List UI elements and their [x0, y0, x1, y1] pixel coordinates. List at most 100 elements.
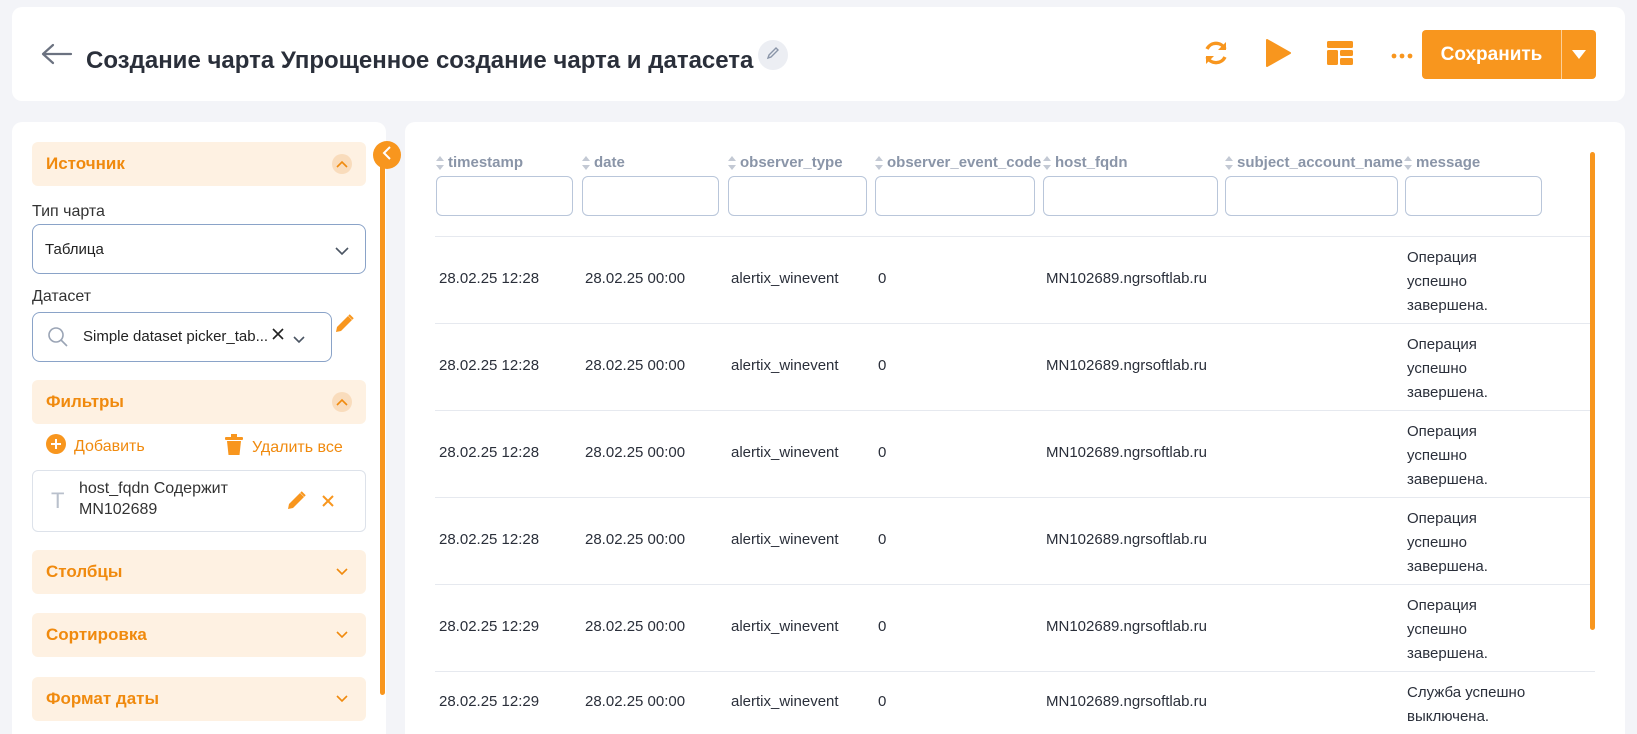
cell-date: 28.02.25 00:00 — [585, 357, 686, 374]
refresh-button[interactable] — [1196, 37, 1236, 73]
filter-input-timestamp[interactable] — [436, 176, 573, 216]
refresh-icon — [1201, 38, 1231, 73]
cell-host-fqdn: MN102689.ngrsoftlab.ru — [1046, 444, 1207, 461]
filter-input-message[interactable] — [1405, 176, 1542, 216]
cell-timestamp: 28.02.25 12:29 — [439, 618, 540, 635]
remove-filter-close-icon[interactable] — [321, 494, 335, 513]
back-arrow-icon[interactable] — [40, 41, 74, 67]
cell-timestamp: 28.02.25 12:28 — [439, 531, 540, 548]
divider — [435, 671, 1595, 672]
column-header-label: observer_type — [740, 154, 843, 171]
delete-all-filters-button[interactable]: Удалить все — [224, 434, 343, 461]
column-header-observer-type[interactable]: observer_type — [728, 154, 843, 171]
dataset-label: Датасет — [32, 288, 92, 305]
more-button[interactable] — [1382, 37, 1422, 73]
column-header-label: host_fqdn — [1055, 154, 1128, 171]
sort-icon — [1404, 155, 1412, 170]
save-button[interactable]: Сохранить — [1422, 30, 1562, 79]
table-scrollbar[interactable] — [1590, 152, 1595, 630]
filter-text-line1: host_fqdn Содержит — [79, 480, 228, 497]
column-header-host-fqdn[interactable]: host_fqdn — [1043, 154, 1128, 171]
layout-button[interactable] — [1320, 37, 1360, 73]
cell-date: 28.02.25 00:00 — [585, 618, 686, 635]
column-header-label: subject_account_name — [1237, 154, 1403, 171]
edit-title-button[interactable] — [758, 40, 788, 70]
cell-observer-type: alertix_winevent — [731, 270, 839, 287]
delete-all-label: Удалить все — [252, 438, 343, 456]
cell-host-fqdn: MN102689.ngrsoftlab.ru — [1046, 531, 1207, 548]
caret-down-icon — [1572, 46, 1586, 64]
column-header-date[interactable]: date — [582, 154, 625, 171]
filter-text-line2: MN102689 — [79, 501, 158, 518]
divider — [435, 497, 1595, 498]
cell-message: Операция успешно завершена. — [1407, 423, 1488, 488]
run-button[interactable] — [1258, 37, 1298, 73]
date-format-section-header[interactable]: Формат даты — [32, 677, 366, 721]
page-title: Создание чарта Упрощенное создание чарта… — [86, 47, 754, 74]
cell-observer-event-code: 0 — [878, 618, 887, 635]
cell-timestamp: 28.02.25 12:28 — [439, 270, 540, 287]
cell-observer-event-code: 0 — [878, 444, 887, 461]
cell-timestamp: 28.02.25 12:29 — [439, 693, 540, 710]
plus-circle-icon — [46, 434, 66, 459]
cell-timestamp: 28.02.25 12:28 — [439, 444, 540, 461]
column-header-observer-event-code[interactable]: observer_event_code — [875, 154, 1041, 171]
divider — [435, 323, 1595, 324]
table-preview: timestamp date observer_type observer_ev… — [405, 122, 1625, 734]
save-split-button: Сохранить — [1422, 30, 1596, 79]
dataset-value: Simple dataset picker_tab... — [83, 328, 269, 345]
divider — [435, 584, 1595, 585]
layout-icon — [1326, 40, 1354, 71]
chevron-down-icon — [332, 689, 352, 709]
filters-section-header[interactable]: Фильтры — [32, 380, 366, 424]
column-header-label: date — [594, 154, 625, 171]
cell-date: 28.02.25 00:00 — [585, 693, 686, 710]
cell-host-fqdn: MN102689.ngrsoftlab.ru — [1046, 270, 1207, 287]
sorting-section-title: Сортировка — [46, 625, 147, 644]
column-header-message[interactable]: message — [1404, 154, 1480, 171]
column-header-timestamp[interactable]: timestamp — [436, 154, 523, 171]
column-header-label: message — [1416, 154, 1481, 171]
search-icon — [47, 326, 69, 353]
sort-icon — [1043, 155, 1051, 170]
dataset-select[interactable]: Simple dataset picker_tab... — [32, 312, 332, 362]
columns-section-title: Столбцы — [46, 562, 123, 581]
chevron-left-icon — [382, 145, 392, 165]
left-panel-scrollbar[interactable] — [380, 152, 385, 695]
column-header-subject-account-name[interactable]: subject_account_name — [1225, 154, 1403, 171]
edit-dataset-pencil-icon[interactable] — [333, 313, 355, 340]
source-section-header[interactable]: Источник — [32, 142, 366, 186]
collapse-panel-button[interactable] — [373, 141, 401, 169]
chevron-up-icon — [332, 392, 352, 412]
chevron-up-icon — [332, 154, 352, 174]
sort-icon — [875, 155, 883, 170]
chevron-down-icon — [332, 625, 352, 645]
chart-type-select[interactable]: Таблица — [32, 224, 366, 274]
filter-input-host-fqdn[interactable] — [1043, 176, 1218, 216]
cell-observer-type: alertix_winevent — [731, 531, 839, 548]
sorting-section-header[interactable]: Сортировка — [32, 613, 366, 657]
cell-host-fqdn: MN102689.ngrsoftlab.ru — [1046, 693, 1207, 710]
page-header: Создание чарта Упрощенное создание чарта… — [12, 7, 1625, 101]
filter-input-subject-account-name[interactable] — [1225, 176, 1398, 216]
filter-item[interactable]: T host_fqdn Содержит MN102689 — [32, 470, 366, 532]
cell-observer-event-code: 0 — [878, 270, 887, 287]
column-header-label: observer_event_code — [887, 154, 1042, 171]
columns-section-header[interactable]: Столбцы — [32, 550, 366, 594]
cell-observer-type: alertix_winevent — [731, 444, 839, 461]
add-filter-button[interactable]: Добавить — [46, 434, 145, 459]
date-format-section-title: Формат даты — [46, 689, 159, 708]
clear-icon[interactable] — [271, 327, 285, 346]
cell-observer-type: alertix_winevent — [731, 618, 839, 635]
filter-input-observer-event-code[interactable] — [875, 176, 1035, 216]
source-section-title: Источник — [46, 154, 125, 173]
cell-date: 28.02.25 00:00 — [585, 531, 686, 548]
filters-section-title: Фильтры — [46, 392, 124, 411]
filter-input-observer-type[interactable] — [728, 176, 867, 216]
add-filter-label: Добавить — [74, 437, 145, 455]
cell-observer-type: alertix_winevent — [731, 357, 839, 374]
filter-input-date[interactable] — [582, 176, 719, 216]
edit-filter-pencil-icon[interactable] — [285, 490, 307, 517]
chart-type-value: Таблица — [45, 240, 104, 258]
save-options-button[interactable] — [1562, 30, 1596, 79]
